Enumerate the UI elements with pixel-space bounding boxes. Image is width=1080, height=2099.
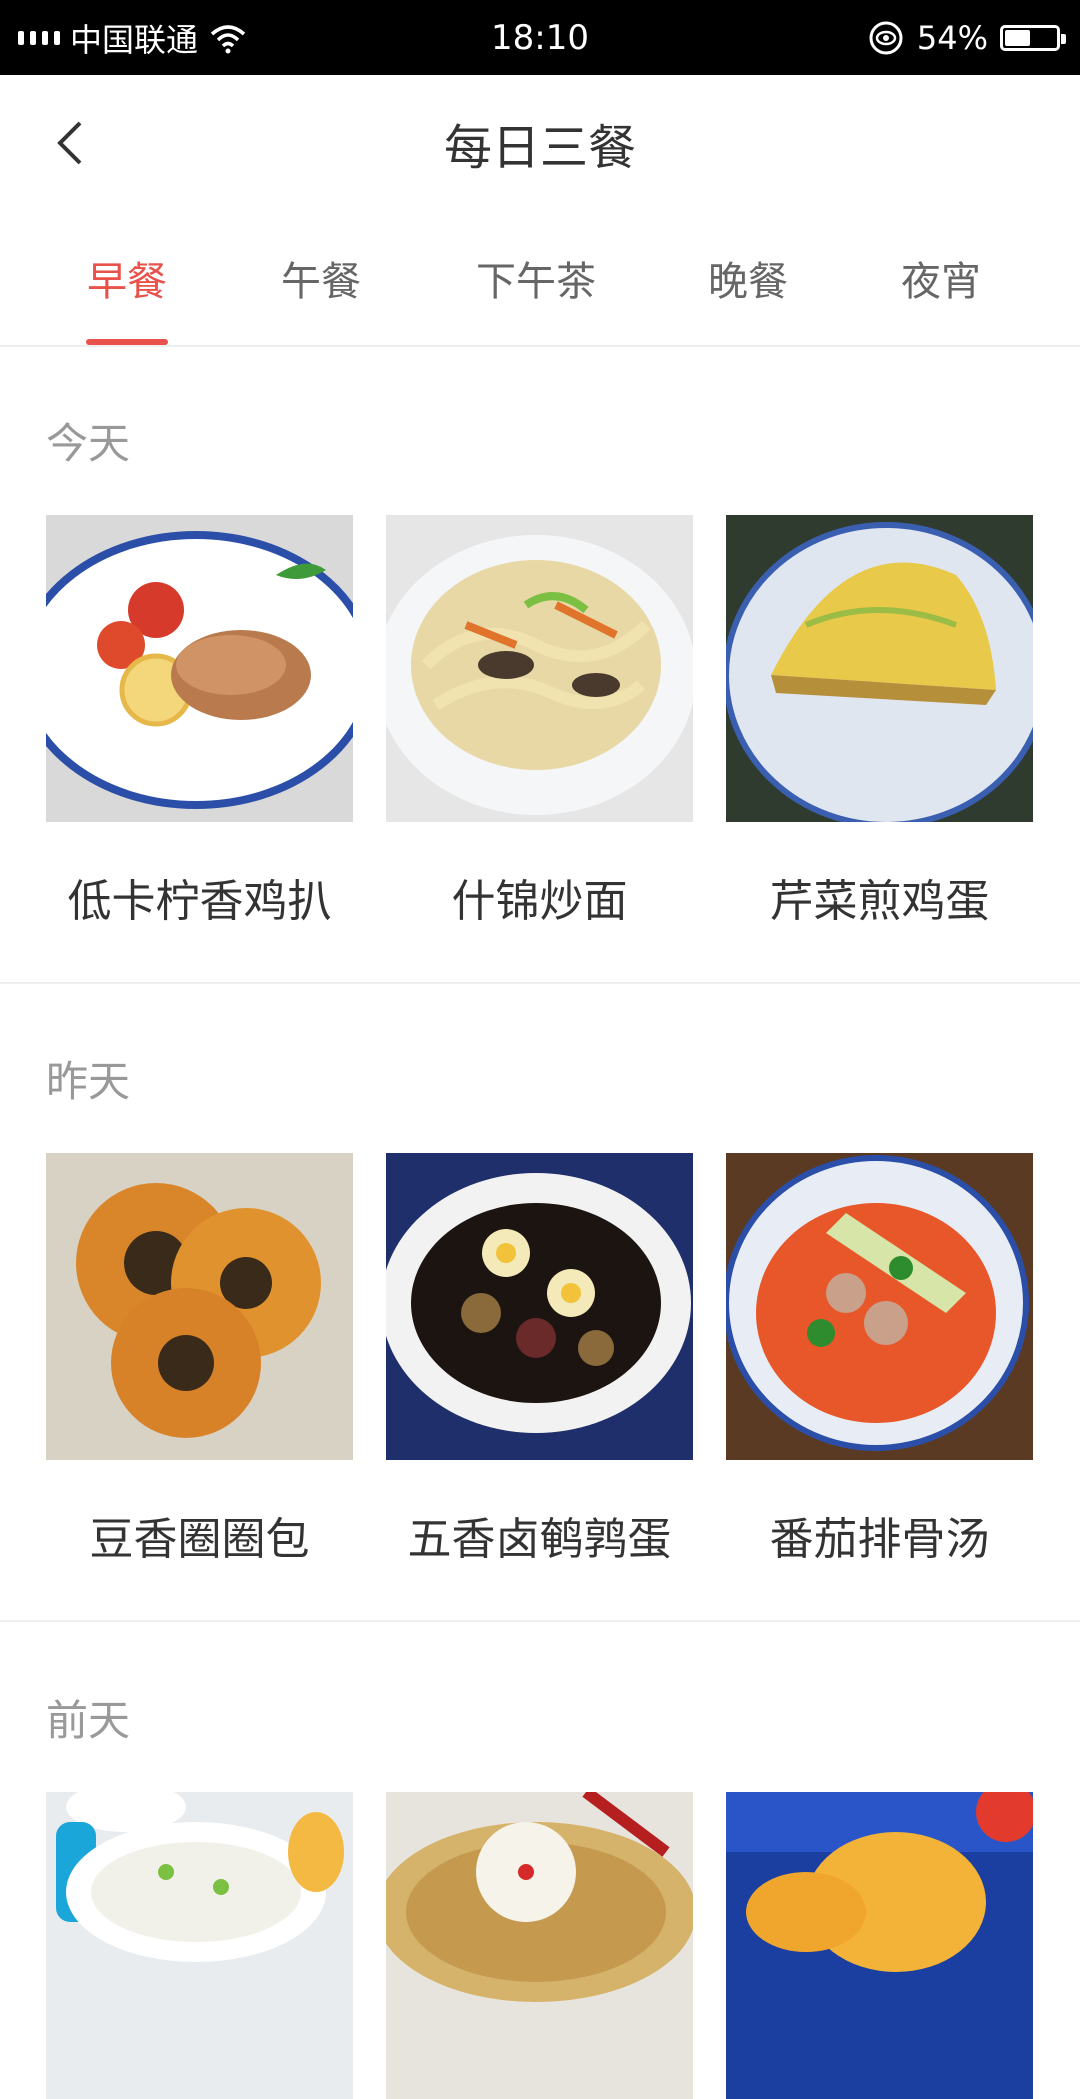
tab-label: 午餐 (281, 258, 361, 305)
tab-lunch[interactable]: 午餐 (280, 210, 362, 345)
recipe-card[interactable] (386, 1792, 693, 2099)
recipe-name: 什锦炒面 (451, 876, 628, 927)
tab-label: 夜宵 (901, 258, 981, 305)
chevron-left-icon (57, 121, 82, 165)
tab-label: 下午茶 (476, 258, 596, 305)
recipe-name: 番茄排骨汤 (769, 1514, 990, 1565)
recipe-card[interactable] (726, 1792, 1033, 2099)
tab-label: 早餐 (87, 258, 167, 305)
section-divider (0, 1620, 1080, 1622)
section-divider (0, 982, 1080, 984)
recipe-name: 豆香圈圈包 (89, 1514, 310, 1565)
page-title: 每日三餐 (443, 119, 636, 176)
section-label: 昨天 (46, 1057, 131, 1106)
battery-percent: 54% (916, 18, 988, 57)
recipe-card[interactable]: 什锦炒面 (386, 515, 693, 927)
recipe-card[interactable]: 低卡柠香鸡扒 (46, 515, 353, 927)
tab-dinner[interactable]: 晚餐 (707, 210, 789, 345)
recipe-image (726, 515, 1033, 822)
recipe-image (386, 1792, 693, 2099)
recipe-card[interactable]: 番茄排骨汤 (726, 1153, 1033, 1565)
eye-protection-icon (869, 21, 903, 54)
recipe-card[interactable]: 芹菜煎鸡蛋 (726, 515, 1033, 927)
recipe-image (46, 515, 353, 822)
active-tab-indicator (86, 339, 168, 345)
tab-afternoon-tea[interactable]: 下午茶 (475, 210, 597, 345)
recipe-image (386, 515, 693, 822)
section-label: 前天 (46, 1696, 131, 1745)
recipe-image (726, 1153, 1033, 1460)
recipe-name: 芹菜煎鸡蛋 (769, 876, 990, 927)
battery-icon (1000, 24, 1066, 51)
tab-breakfast[interactable]: 早餐 (86, 210, 168, 345)
recipe-image (726, 1792, 1033, 2099)
tab-late-night[interactable]: 夜宵 (900, 210, 982, 345)
recipe-image (46, 1792, 353, 2099)
back-button[interactable] (40, 113, 100, 173)
recipe-card[interactable]: 豆香圈圈包 (46, 1153, 353, 1565)
app-header: 每日三餐 (0, 75, 1080, 210)
meal-tabs: 早餐 午餐 下午茶 晚餐 夜宵 (0, 210, 1080, 347)
recipe-name: 五香卤鹌鹑蛋 (407, 1514, 672, 1565)
recipe-image (386, 1153, 693, 1460)
recipe-card[interactable] (46, 1792, 353, 2099)
recipe-card[interactable]: 五香卤鹌鹑蛋 (386, 1153, 693, 1565)
recipe-name: 低卡柠香鸡扒 (67, 876, 332, 927)
recipe-image (46, 1153, 353, 1460)
status-bar: 中国联通 18:10 54% (0, 0, 1080, 75)
section-label: 今天 (46, 419, 131, 468)
tab-label: 晚餐 (708, 258, 788, 305)
